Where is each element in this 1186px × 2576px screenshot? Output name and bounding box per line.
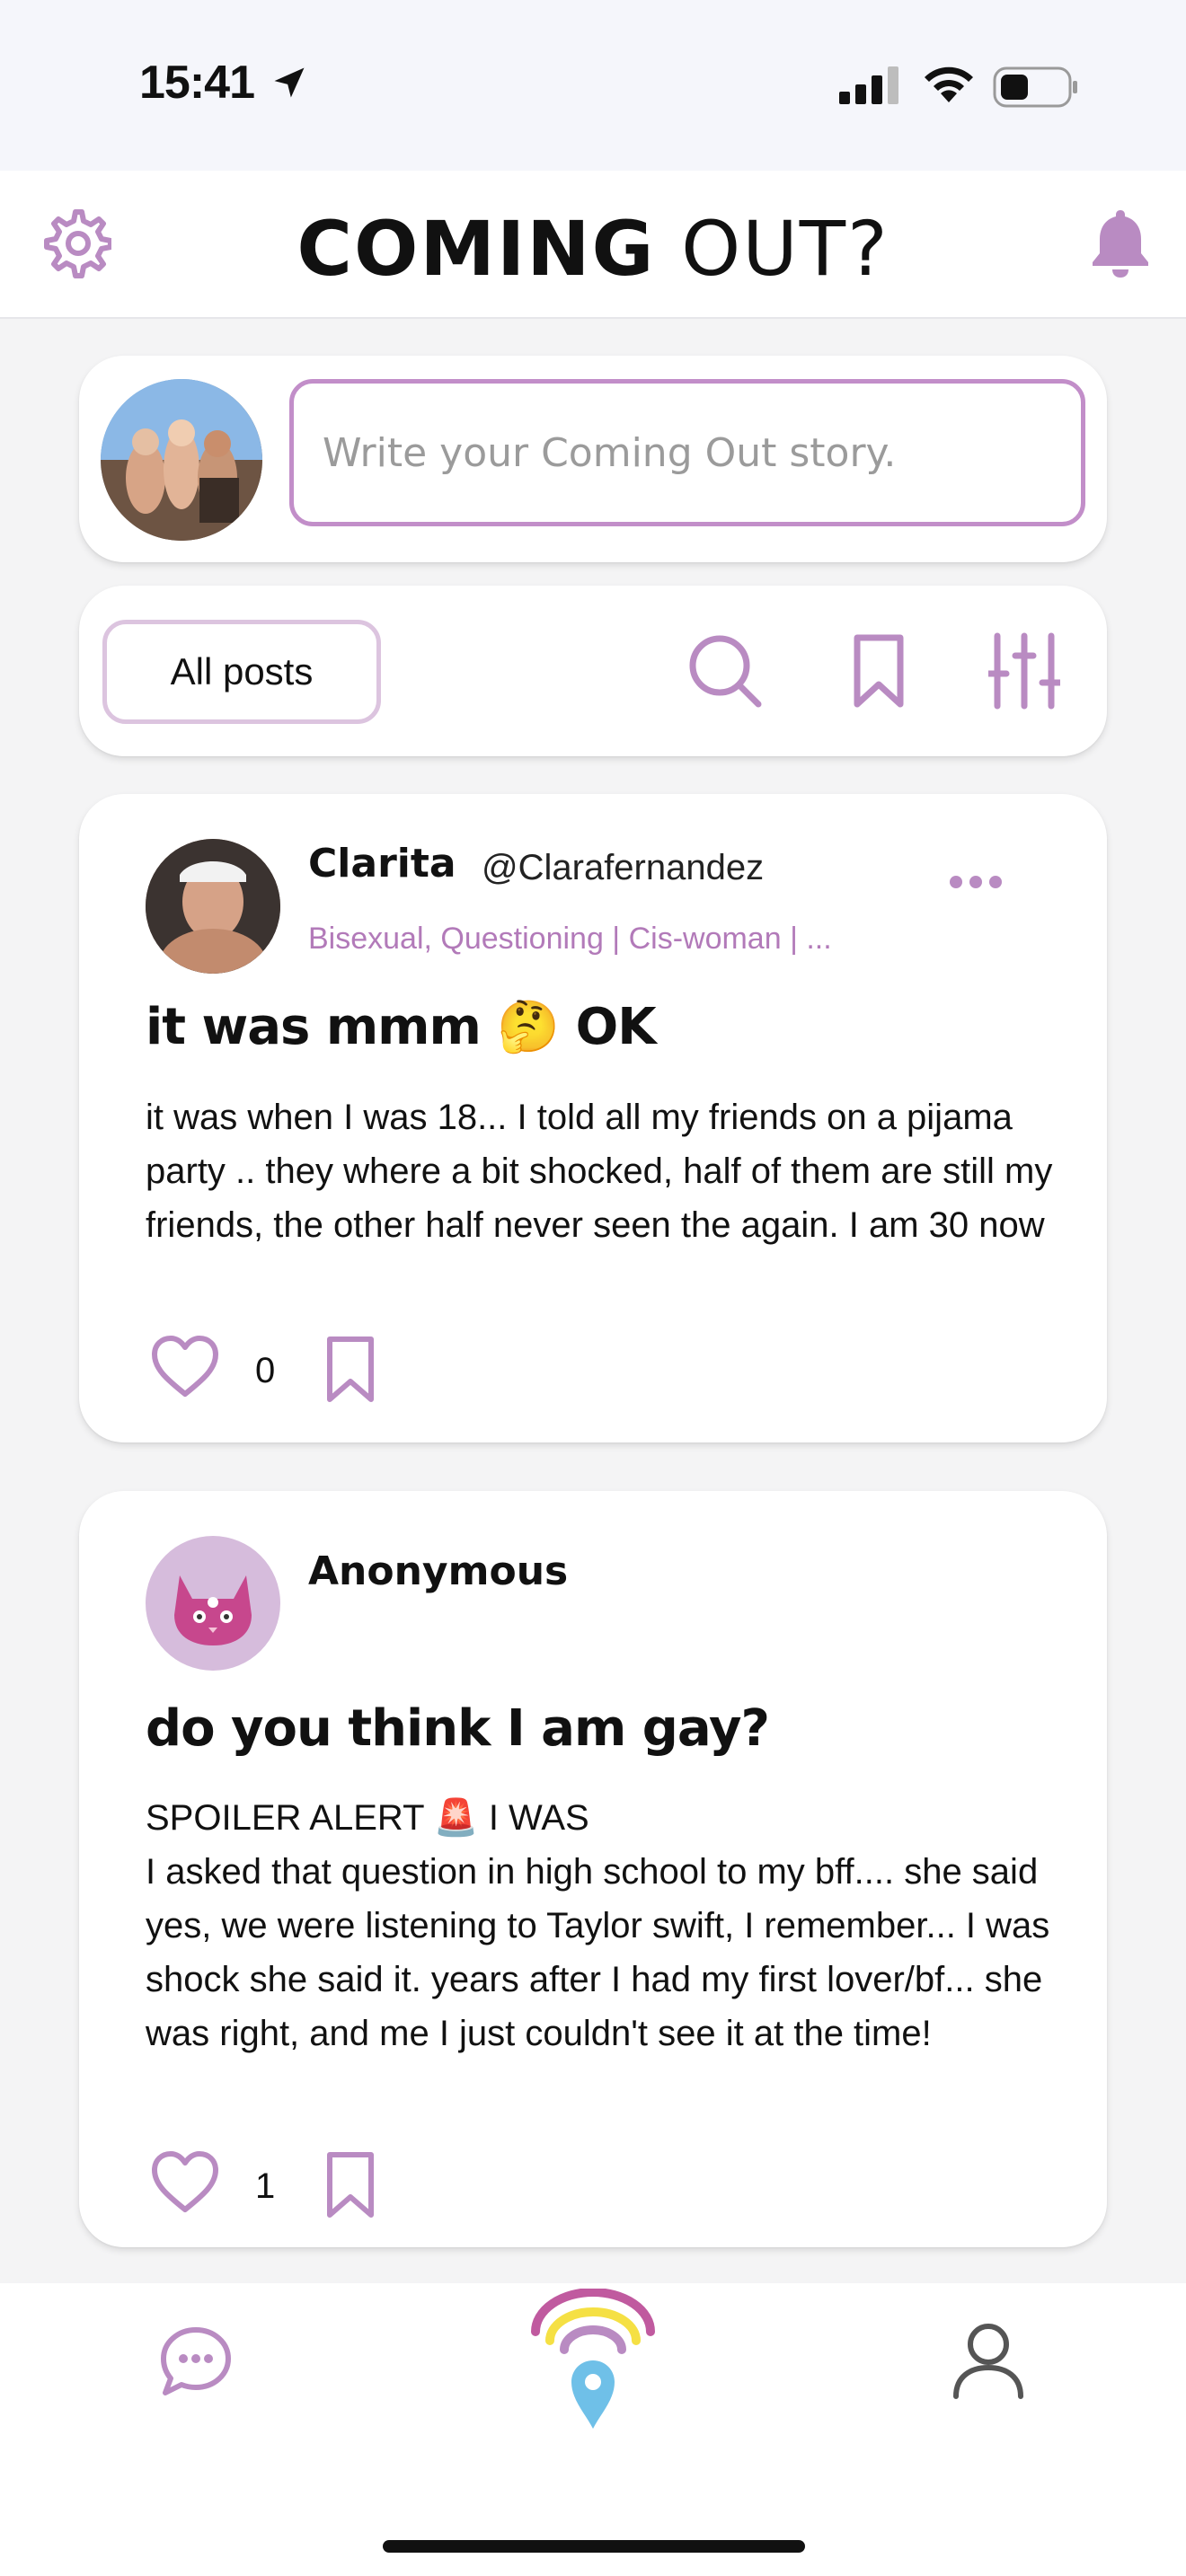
- battery-icon: [993, 66, 1077, 108]
- author-tags: Bisexual, Questioning | Cis-woman | ...: [308, 922, 832, 956]
- heart-icon[interactable]: [149, 2148, 221, 2215]
- filter-card: All posts: [79, 586, 1107, 756]
- author-handle[interactable]: @Clarafernandez: [482, 848, 764, 888]
- bookmark-icon[interactable]: [325, 2150, 376, 2220]
- cellular-signal-icon: [839, 66, 898, 104]
- app-header: COMING OUT?: [0, 171, 1186, 319]
- sliders-icon[interactable]: [988, 632, 1060, 710]
- all-posts-button[interactable]: All posts: [102, 620, 381, 724]
- post-title[interactable]: it was mmm 🤔 OK: [146, 997, 1044, 1056]
- location-arrow-icon: [274, 67, 305, 98]
- bell-icon[interactable]: [1089, 207, 1152, 278]
- wifi-icon: [925, 66, 973, 102]
- author-avatar[interactable]: [146, 839, 280, 974]
- app-logo: COMING OUT?: [0, 205, 1186, 293]
- anonymous-avatar: [146, 1536, 280, 1671]
- like-count: 1: [255, 2166, 276, 2206]
- chat-bubble-icon[interactable]: [158, 2325, 234, 2400]
- post-actions: 1: [149, 2148, 509, 2229]
- logo-out: OUT?: [681, 205, 890, 293]
- avatar-photo: [146, 839, 280, 974]
- all-posts-label: All posts: [170, 650, 314, 693]
- post-title[interactable]: do you think I am gay?: [146, 1699, 1044, 1758]
- search-icon[interactable]: [686, 632, 764, 710]
- home-indicator: [383, 2540, 805, 2553]
- bookmark-icon[interactable]: [852, 632, 906, 710]
- post-body[interactable]: it was when I was 18... I told all my fr…: [146, 1090, 1053, 1252]
- bookmark-icon[interactable]: [325, 1335, 376, 1405]
- user-icon[interactable]: [951, 2321, 1026, 2400]
- post-card[interactable]: Clarita @Clarafernandez Bisexual, Questi…: [79, 794, 1107, 1442]
- heart-icon[interactable]: [149, 1333, 221, 1399]
- avatar-photo: [101, 379, 262, 541]
- post-actions: 0: [149, 1333, 509, 1414]
- composer-card: [79, 356, 1107, 562]
- user-avatar[interactable]: [101, 379, 262, 541]
- author-name: Anonymous: [308, 1548, 569, 1594]
- status-time: 15:41: [139, 57, 255, 109]
- author-name[interactable]: Clarita: [308, 841, 456, 887]
- logo-coming: COMING: [296, 205, 656, 293]
- like-count: 0: [255, 1351, 276, 1390]
- post-card[interactable]: Anonymous do you think I am gay? SPOILER…: [79, 1491, 1107, 2247]
- story-input[interactable]: [289, 379, 1085, 526]
- cat-icon: [174, 1575, 252, 1645]
- bottom-nav: [0, 2283, 1186, 2576]
- rainbow-location-icon[interactable]: [527, 2289, 659, 2432]
- more-dots-icon[interactable]: [947, 873, 1005, 891]
- post-body[interactable]: SPOILER ALERT 🚨 I WAS I asked that quest…: [146, 1791, 1053, 2060]
- status-bar: 15:41: [0, 0, 1186, 171]
